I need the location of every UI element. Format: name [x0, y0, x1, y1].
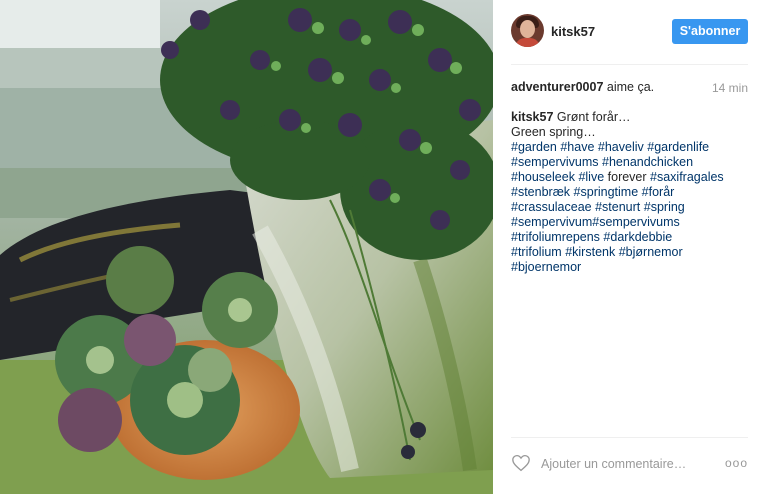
hashtag-link[interactable]: #trifolium: [511, 245, 562, 259]
hashtag-link[interactable]: #trifoliumrepens: [511, 230, 600, 244]
author-username[interactable]: kitsk57: [551, 24, 595, 39]
hashtag-link[interactable]: #henandchicken: [602, 155, 693, 169]
hashtag-line: #sempervivum#sempervivums: [511, 215, 747, 230]
follow-button[interactable]: S'abonner: [672, 19, 748, 44]
post-photo[interactable]: [0, 0, 493, 494]
avatar[interactable]: [511, 14, 544, 47]
ellipsis-icon[interactable]: ooo: [725, 456, 748, 470]
hashtag-link[interactable]: #houseleek: [511, 170, 575, 184]
hashtag-link[interactable]: #forår: [642, 185, 675, 199]
hashtag-line: #trifolium #kirstenk #bjørnemor: [511, 245, 747, 260]
hashtag-line: #stenbræk #springtime #forår: [511, 185, 747, 200]
hashtag-link[interactable]: #spring: [644, 200, 685, 214]
hashtag-link[interactable]: #stenurt: [595, 200, 640, 214]
hashtag-link[interactable]: #saxifragales: [650, 170, 724, 184]
caption-text: Grønt forår…: [556, 110, 631, 124]
hashtag-line: #garden #have #haveliv #gardenlife: [511, 140, 747, 155]
likes-line: adventurer0007 aime ça.: [511, 80, 654, 94]
hashtag-link[interactable]: #live: [578, 170, 604, 184]
hashtag-link[interactable]: #kirstenk: [565, 245, 615, 259]
hashtag-link[interactable]: #stenbræk: [511, 185, 570, 199]
hashtag-line: #sempervivums #henandchicken: [511, 155, 747, 170]
hashtag-link[interactable]: #crassulaceae: [511, 200, 592, 214]
post-sidebar: kitsk57 S'abonner adventurer0007 aime ça…: [493, 0, 768, 494]
hashtag-line: #bjoernemor: [511, 260, 747, 275]
hashtag-line: #houseleek #live forever #saxifragales: [511, 170, 747, 185]
comment-divider: [511, 437, 748, 438]
liker-username[interactable]: adventurer0007: [511, 80, 603, 94]
post-header: kitsk57 S'abonner: [511, 14, 748, 50]
hashtag-link[interactable]: #bjoernemor: [511, 260, 581, 274]
hashtag-link[interactable]: #springtime: [574, 185, 639, 199]
hashtag-link[interactable]: #garden: [511, 140, 557, 154]
comment-bar: ooo: [511, 452, 748, 476]
heart-outline-icon[interactable]: [511, 454, 531, 472]
comment-input[interactable]: [541, 454, 721, 474]
likes-text: aime ça.: [603, 80, 655, 94]
timestamp[interactable]: 14 min: [712, 81, 748, 95]
caption-username[interactable]: kitsk57: [511, 110, 553, 124]
caption-line-2: Green spring…: [511, 125, 596, 139]
header-divider: [511, 64, 748, 65]
hashtag-link[interactable]: #gardenlife: [647, 140, 709, 154]
hashtag-link[interactable]: #bjørnemor: [619, 245, 683, 259]
hashtag-link[interactable]: #darkdebbie: [603, 230, 672, 244]
caption: kitsk57 Grønt forår… Green spring… #gard…: [511, 110, 747, 275]
hashtag-link[interactable]: #haveliv: [598, 140, 644, 154]
caption-first-line: kitsk57 Grønt forår…: [511, 110, 747, 125]
hashtag-link[interactable]: #sempervivum#sempervivums: [511, 215, 680, 229]
hashtag-lines: #garden #have #haveliv #gardenlife #sempe…: [511, 140, 747, 275]
hashtag-line: #crassulaceae #stenurt #spring: [511, 200, 747, 215]
hashtag-link[interactable]: #sempervivums: [511, 155, 599, 169]
hashtag-line: #trifoliumrepens #darkdebbie: [511, 230, 747, 245]
hashtag-link[interactable]: #have: [560, 140, 594, 154]
caption-word: forever: [607, 170, 647, 184]
